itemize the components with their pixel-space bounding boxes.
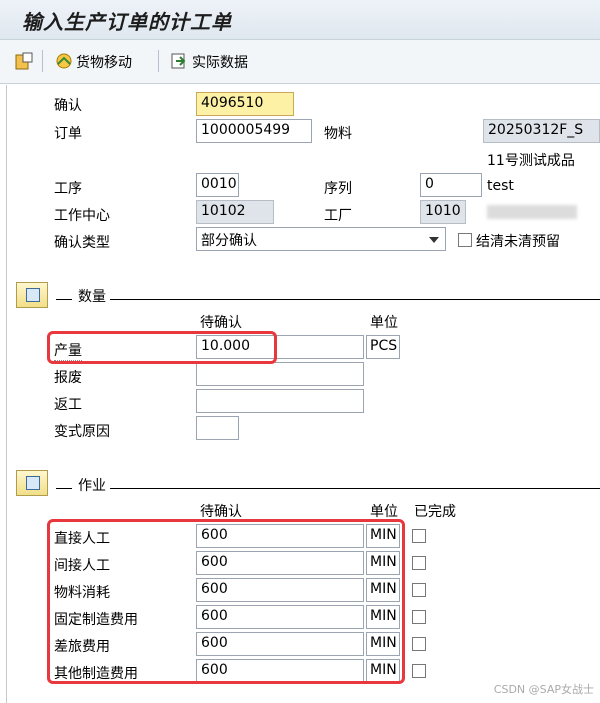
quantity-section-button[interactable]: [16, 282, 48, 308]
section-dash: [56, 488, 72, 489]
material-label: 物料: [324, 126, 352, 142]
operation-label: 工序: [54, 181, 82, 197]
activities-col-done: 已完成: [414, 504, 456, 520]
activity-done-checkbox[interactable]: [412, 664, 426, 678]
activity-done-checkbox[interactable]: [412, 529, 426, 543]
page-title: 输入生产订单的计工单: [22, 10, 232, 34]
details-icon: [26, 288, 40, 302]
confirmation-type-value: 部分确认: [201, 233, 257, 249]
watermark: CSDN @SAP女战士: [493, 683, 594, 696]
actual-data-button[interactable]: 实际数据: [192, 52, 248, 72]
clear-reservations-checkbox[interactable]: [458, 233, 472, 247]
chevron-down-icon[interactable]: [429, 237, 439, 243]
activity-done-checkbox[interactable]: [412, 610, 426, 624]
confirmation-type-label: 确认类型: [54, 235, 110, 251]
sequence-field[interactable]: 0: [420, 173, 482, 197]
order-field[interactable]: 1000005499: [196, 119, 312, 143]
clipboard-icon[interactable]: [14, 52, 34, 70]
confirmation-type-select[interactable]: 部分确认: [196, 227, 446, 251]
activities-col-to-confirm: 待确认: [200, 504, 242, 520]
clear-reservations-label: 结清未清预留: [476, 234, 560, 250]
rework-label: 返工: [54, 397, 82, 413]
material-description: 11号测试成品: [487, 153, 575, 169]
toolbar-separator: [42, 50, 43, 72]
activities-section-button[interactable]: [16, 470, 48, 496]
quantity-section-line: [110, 299, 600, 300]
activity-done-checkbox[interactable]: [412, 556, 426, 570]
operation-field[interactable]: 0010: [196, 173, 239, 197]
highlight-box-activities: [47, 519, 405, 684]
actual-data-icon[interactable]: [170, 52, 190, 70]
details-icon: [26, 476, 40, 490]
goods-movement-button[interactable]: 货物移动: [76, 52, 132, 72]
confirmation-field[interactable]: 4096510: [196, 92, 294, 116]
yield-unit[interactable]: PCS: [366, 335, 400, 359]
plant-label: 工厂: [324, 208, 352, 224]
scrap-field[interactable]: [196, 362, 364, 386]
activities-section-line: [110, 488, 600, 489]
confirmation-label: 确认: [54, 98, 82, 114]
order-label: 订单: [54, 126, 82, 142]
sequence-label: 序列: [324, 181, 352, 197]
plant-field[interactable]: 1010: [420, 200, 466, 224]
toolbar: 货物移动 实际数据: [0, 40, 600, 84]
scrap-label: 报废: [54, 370, 82, 386]
quantity-section-title: 数量: [78, 289, 106, 305]
highlight-box-yield: [47, 331, 277, 364]
title-bar: 输入生产订单的计工单: [0, 0, 600, 40]
plant-description-blurred: [487, 205, 577, 219]
material-field[interactable]: 20250312F_S: [483, 119, 600, 143]
sequence-text: test: [487, 178, 514, 194]
goods-movement-icon[interactable]: [54, 52, 74, 70]
variance-reason-field[interactable]: [196, 416, 239, 440]
toolbar-separator: [158, 50, 159, 72]
activity-done-checkbox[interactable]: [412, 637, 426, 651]
rework-field[interactable]: [196, 389, 364, 413]
quantity-col-to-confirm: 待确认: [200, 315, 242, 331]
quantity-col-unit: 单位: [370, 315, 398, 331]
activities-col-unit: 单位: [370, 504, 398, 520]
left-border: [6, 85, 7, 703]
activities-section-title: 作业: [78, 478, 106, 494]
workcenter-field[interactable]: 10102: [196, 200, 274, 224]
activity-done-checkbox[interactable]: [412, 583, 426, 597]
variance-reason-label: 变式原因: [54, 424, 110, 440]
section-dash: [56, 299, 72, 300]
workcenter-label: 工作中心: [54, 208, 110, 224]
